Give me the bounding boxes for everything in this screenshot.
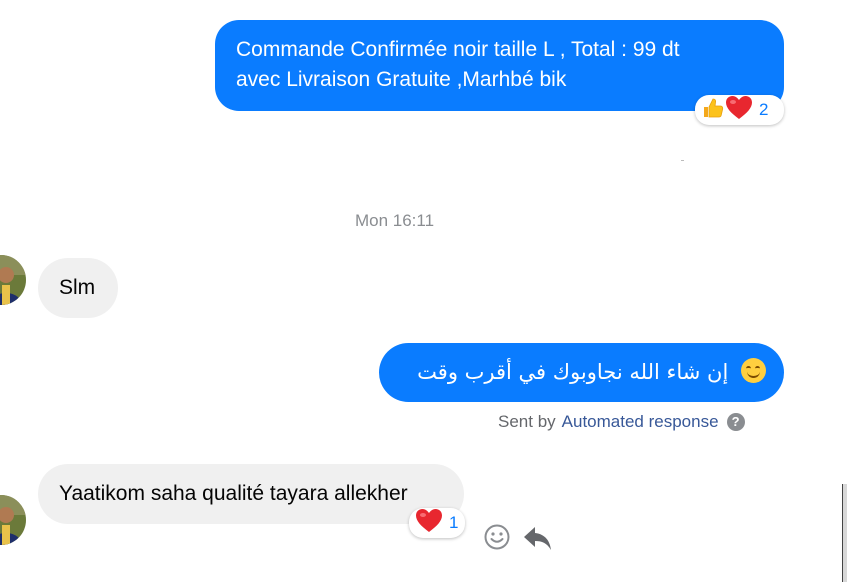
reply-icon[interactable] [523, 525, 553, 556]
divider-dot [681, 160, 684, 161]
message-text: Slm [59, 276, 96, 299]
timestamp-separator: Mon 16:11 [354, 211, 435, 230]
avatar[interactable] [0, 255, 26, 305]
avatar[interactable] [0, 495, 26, 545]
reaction-count: 2 [759, 100, 769, 119]
scrollbar[interactable] [842, 484, 847, 582]
message-automated-reply[interactable]: إن شاء الله نجاوبوك في أقرب وقت [379, 343, 784, 402]
automated-response-link[interactable]: Automated response [562, 412, 719, 432]
smiling-face-icon [741, 358, 766, 383]
chat-thread: Commande Confirmée noir taille L , Total… [0, 0, 847, 582]
message-text: Yaatikom saha qualité tayara allekher [59, 482, 408, 505]
sent-by-note: Sent by Automated response ? [498, 412, 745, 432]
message-line-2: avec Livraison Gratuite ,Marhbé bik [236, 68, 567, 91]
heart-icon [725, 95, 753, 126]
message-line-1: Commande Confirmée noir taille L , Total… [236, 38, 680, 61]
sent-by-prefix: Sent by [498, 412, 556, 431]
message-reactions[interactable]: 1 [409, 508, 465, 538]
message-text: إن شاء الله نجاوبوك في أقرب وقت [417, 360, 729, 384]
help-icon[interactable]: ? [726, 413, 745, 431]
message-reactions[interactable]: 2 [695, 95, 784, 125]
reaction-count: 1 [449, 513, 459, 532]
message-feedback[interactable]: Yaatikom saha qualité tayara allekher [38, 464, 464, 524]
message-slm[interactable]: Slm [38, 258, 118, 318]
heart-icon [415, 508, 443, 539]
react-emoji-icon[interactable] [483, 523, 511, 556]
thumbs-up-icon [701, 96, 725, 125]
message-order-confirmation[interactable]: Commande Confirmée noir taille L , Total… [215, 20, 784, 111]
